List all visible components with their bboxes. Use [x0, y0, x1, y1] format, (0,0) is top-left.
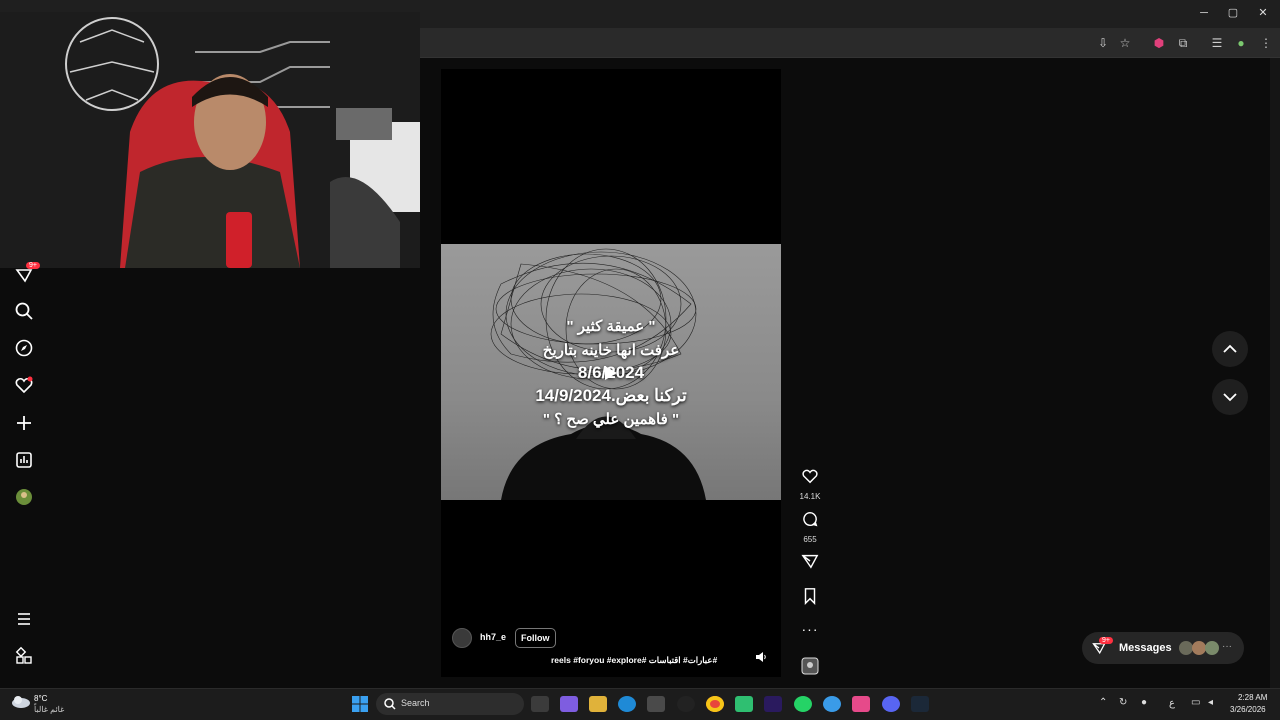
- copilot-icon[interactable]: [560, 696, 578, 712]
- close-button[interactable]: ✕: [1254, 5, 1272, 21]
- chevron-down-icon: [1223, 393, 1237, 402]
- profile-icon[interactable]: ●: [1232, 34, 1250, 52]
- alienware-icon[interactable]: [677, 696, 695, 712]
- avatar: [1192, 641, 1206, 655]
- caption-line-4: تركنا بعض.14/9/2024: [535, 386, 687, 405]
- play-icon[interactable]: [604, 365, 618, 381]
- more-icon[interactable]: [14, 609, 34, 629]
- shield-icon[interactable]: ⬢: [1150, 34, 1168, 52]
- search-icon: [384, 698, 396, 710]
- heart-icon: [802, 469, 818, 484]
- star-icon[interactable]: ☆: [1116, 34, 1134, 52]
- avatar: [1179, 641, 1193, 655]
- task-view-icon[interactable]: [531, 696, 549, 712]
- discord-icon[interactable]: [882, 696, 900, 712]
- messages-badge: 9+: [1099, 637, 1113, 644]
- taskbar-search[interactable]: Search: [376, 693, 524, 715]
- network-icon[interactable]: ▭: [1191, 697, 1200, 708]
- capcut-icon[interactable]: [735, 696, 753, 712]
- tabs-icon[interactable]: ☰: [1208, 34, 1226, 52]
- chevron-up-icon[interactable]: ⌃: [1099, 697, 1107, 708]
- music-icon[interactable]: [852, 696, 870, 712]
- puzzle-icon[interactable]: ⧉: [1174, 34, 1192, 52]
- install-icon[interactable]: ⇩: [1094, 34, 1112, 52]
- webcam-overlay: [0, 12, 420, 268]
- steam-icon[interactable]: [911, 696, 929, 712]
- store-icon[interactable]: [647, 696, 665, 712]
- menu-icon[interactable]: ⋮: [1257, 34, 1275, 52]
- weather-icon[interactable]: [10, 693, 32, 709]
- chevron-up-icon: [1223, 344, 1237, 353]
- windows-start-icon[interactable]: [352, 696, 368, 712]
- next-reel-button[interactable]: [1212, 379, 1248, 415]
- comment-icon: [803, 511, 818, 527]
- hashtags[interactable]: reels #foryou #explore# عبارات# اقتباسات…: [551, 655, 717, 666]
- author-username[interactable]: hh7_e: [480, 632, 506, 642]
- notifications-icon[interactable]: [14, 375, 34, 395]
- premiere-icon[interactable]: [764, 696, 782, 712]
- volume-icon[interactable]: [755, 651, 767, 663]
- volume-icon[interactable]: ◂: [1208, 697, 1213, 708]
- weather-desc: غائم غالباً: [34, 705, 65, 714]
- like-count: 14.1K: [799, 492, 821, 501]
- comment-button[interactable]: 655: [796, 510, 824, 544]
- search-label: Search: [401, 698, 430, 708]
- comment-count: 655: [803, 535, 817, 544]
- caption-line-5: " فاهمين علي صح ؟ ": [542, 411, 680, 428]
- inbox-icon[interactable]: 9+: [14, 262, 40, 284]
- minimize-button[interactable]: ─: [1195, 5, 1213, 21]
- caption-line-1: " عميقة كثير ": [566, 318, 656, 335]
- language-indicator[interactable]: ع: [1169, 698, 1175, 709]
- dashboard-icon[interactable]: [14, 450, 34, 470]
- taskbar: [0, 688, 1280, 720]
- avatar: [1205, 641, 1219, 655]
- maximize-button[interactable]: ▢: [1224, 5, 1242, 21]
- bookmark-icon: [804, 588, 816, 605]
- explore-icon[interactable]: [14, 338, 34, 358]
- like-button[interactable]: 14.1K: [796, 467, 824, 501]
- audio-icon: [801, 657, 819, 675]
- more-options-button[interactable]: ···: [796, 621, 824, 637]
- meta-icon[interactable]: [14, 646, 34, 666]
- app-icon[interactable]: [823, 696, 841, 712]
- ellipsis-icon: ···: [801, 621, 819, 637]
- clock-time[interactable]: 2:28 AM: [1238, 693, 1267, 702]
- send-icon: [801, 554, 819, 569]
- search-icon[interactable]: [14, 301, 34, 321]
- ellipsis-icon: ···: [1222, 641, 1232, 652]
- weather-temp: 8°C: [34, 694, 48, 703]
- caption-line-2: عرفت انها خاينه بتاريخ: [542, 342, 680, 359]
- share-button[interactable]: [796, 552, 824, 575]
- edge-icon[interactable]: [618, 696, 636, 712]
- profile-avatar[interactable]: [14, 487, 34, 507]
- clock-date[interactable]: 3/26/2026: [1230, 705, 1266, 714]
- reel-video[interactable]: " عميقة كثير " عرفت انها خاينه بتاريخ 8/…: [441, 69, 781, 677]
- save-button[interactable]: [796, 587, 824, 610]
- follow-button[interactable]: Follow: [515, 628, 556, 648]
- screen: ─ ▢ ✕ ⇩ ☆ ⬢ ⧉ ☰ ● ⋮ 9+ " عميقة كثير " عر…: [0, 0, 1280, 720]
- messages-label: Messages: [1119, 642, 1172, 654]
- file-explorer-icon[interactable]: [589, 696, 607, 712]
- messages-button[interactable]: 9+ Messages ···: [1082, 632, 1244, 664]
- audio-thumbnail[interactable]: [796, 657, 824, 680]
- notification-badge: 9+: [26, 262, 40, 269]
- microphone-icon[interactable]: ●: [1141, 697, 1147, 708]
- author-avatar[interactable]: [452, 628, 472, 648]
- whatsapp-icon[interactable]: [794, 696, 812, 712]
- previous-reel-button[interactable]: [1212, 331, 1248, 367]
- sync-icon[interactable]: ↻: [1119, 697, 1127, 708]
- create-icon[interactable]: [14, 413, 34, 433]
- scrollbar[interactable]: [1270, 58, 1280, 688]
- chrome-icon[interactable]: [706, 696, 724, 712]
